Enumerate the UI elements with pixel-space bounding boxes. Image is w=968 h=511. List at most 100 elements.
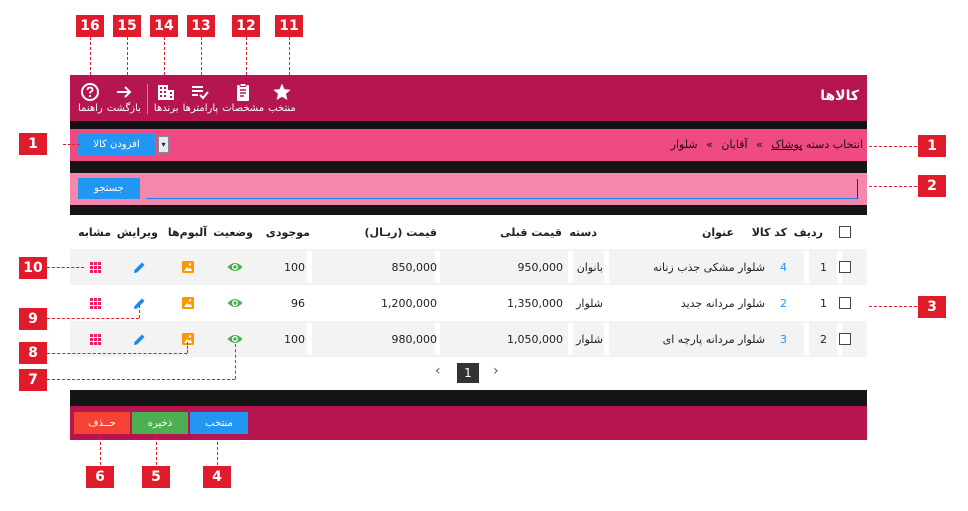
row-checkbox[interactable] xyxy=(839,321,851,357)
callout-line xyxy=(201,37,202,75)
callout-badge: 10 xyxy=(19,257,47,279)
specs-button[interactable]: مشخصات xyxy=(220,81,266,117)
table-row[interactable]: 2 3 شلوار مردانه پارچه ای شلوار 1,050,00… xyxy=(70,321,867,357)
star-icon xyxy=(272,81,292,103)
callout-line xyxy=(164,37,165,75)
album-image-icon[interactable] xyxy=(182,321,194,357)
callout-badge: 5 xyxy=(142,466,170,488)
edit-pencil-icon[interactable] xyxy=(133,249,146,285)
callout-badge: 7 xyxy=(19,369,47,391)
callout-line xyxy=(47,379,235,380)
row-index: 1 xyxy=(820,296,827,310)
breadcrumb-separator: » xyxy=(756,138,763,151)
product-category: شلوار xyxy=(576,296,603,310)
product-stock: 100 xyxy=(284,332,305,346)
similar-grid-icon[interactable] xyxy=(90,249,101,285)
callout-badge: 1 xyxy=(918,135,946,157)
save-button[interactable]: ذخیره xyxy=(132,412,188,434)
callout-badge: 1 xyxy=(19,133,47,155)
row-checkbox[interactable] xyxy=(839,285,851,321)
callout-line xyxy=(63,144,80,145)
divider-band xyxy=(70,161,867,173)
callout-line xyxy=(127,37,128,75)
featured-button[interactable]: منتخب xyxy=(190,412,248,434)
category-bar: انتخاب دسته پوشاک » آقایان » شلوار افزود… xyxy=(70,129,867,161)
specs-label: مشخصات xyxy=(222,103,265,114)
featured-button[interactable]: منتخب xyxy=(266,81,298,117)
product-title: شلوار مشکی جذب زنانه xyxy=(653,260,765,274)
back-button[interactable]: بازگشت xyxy=(105,81,143,117)
product-old-price: 1,050,000 xyxy=(507,332,563,346)
callout-badge: 11 xyxy=(275,15,303,37)
visibility-eye-icon[interactable] xyxy=(227,285,243,321)
select-all-checkbox[interactable] xyxy=(839,215,851,249)
brands-label: برندها xyxy=(153,103,179,114)
footer-bar: حــذف ذخیره منتخب xyxy=(70,406,867,440)
parameters-button[interactable]: پارامترها xyxy=(181,81,221,117)
pager-next-icon[interactable]: › xyxy=(493,363,499,379)
product-code-link[interactable]: 3 xyxy=(780,321,787,357)
callout-badge: 3 xyxy=(918,296,946,318)
callout-line xyxy=(139,305,140,318)
clipboard-icon xyxy=(233,81,253,103)
product-code-link[interactable]: 4 xyxy=(780,249,787,285)
annotated-screenshot: راهنما بازگشت برندها پارامترها مشخصات من… xyxy=(0,0,968,511)
callout-line xyxy=(217,437,218,465)
breadcrumb-prefix: انتخاب دسته xyxy=(805,138,863,151)
products-window: راهنما بازگشت برندها پارامترها مشخصات من… xyxy=(70,75,867,440)
column-header-albums: آلبوم‌ها xyxy=(167,225,207,239)
brands-button[interactable]: برندها xyxy=(152,81,181,117)
edit-pencil-icon[interactable] xyxy=(133,321,146,357)
product-price: 1,200,000 xyxy=(381,296,437,310)
callout-badge: 13 xyxy=(187,15,215,37)
callout-line xyxy=(187,342,188,353)
album-image-icon[interactable] xyxy=(182,249,194,285)
search-input[interactable] xyxy=(146,179,858,199)
row-index: 1 xyxy=(820,260,827,274)
callout-line xyxy=(246,37,247,75)
page-title: کالاها xyxy=(820,88,859,104)
toolbar: راهنما بازگشت برندها پارامترها مشخصات من… xyxy=(76,81,298,117)
toolbar-divider xyxy=(146,84,148,114)
help-icon xyxy=(80,81,100,103)
product-category: شلوار xyxy=(576,332,603,346)
callout-badge: 16 xyxy=(76,15,104,37)
pager-prev-icon[interactable]: ‹ xyxy=(435,363,441,379)
album-image-icon[interactable] xyxy=(182,285,194,321)
similar-grid-icon[interactable] xyxy=(90,321,101,357)
breadcrumb-item[interactable]: پوشاک xyxy=(771,138,802,151)
category-select[interactable]: ▾ xyxy=(158,136,169,153)
product-price: 980,000 xyxy=(391,332,438,346)
row-index: 2 xyxy=(820,332,827,346)
breadcrumb: انتخاب دسته پوشاک » آقایان » شلوار xyxy=(671,138,863,151)
help-button[interactable]: راهنما xyxy=(76,81,105,117)
back-label: بازگشت xyxy=(106,103,141,114)
column-header-category: دسته xyxy=(569,225,597,239)
similar-grid-icon[interactable] xyxy=(90,285,101,321)
table-row[interactable]: 1 4 شلوار مشکی جذب زنانه بانوان 950,000 … xyxy=(70,249,867,285)
column-header-stock: موجودی xyxy=(265,225,310,239)
row-checkbox[interactable] xyxy=(839,249,851,285)
add-product-button[interactable]: افزودن کالا xyxy=(78,134,155,155)
breadcrumb-item[interactable]: آقایان xyxy=(721,138,747,151)
callout-badge: 12 xyxy=(232,15,260,37)
callout-badge: 2 xyxy=(918,175,946,197)
delete-button[interactable]: حــذف xyxy=(74,412,130,434)
callout-line xyxy=(47,353,187,354)
table-row[interactable]: 1 2 شلوار مردانه جدید شلوار 1,350,000 1,… xyxy=(70,285,867,321)
callout-badge: 4 xyxy=(203,466,231,488)
product-old-price: 1,350,000 xyxy=(507,296,563,310)
product-code-link[interactable]: 2 xyxy=(780,285,787,321)
divider-band xyxy=(70,205,867,215)
visibility-eye-icon[interactable] xyxy=(227,249,243,285)
current-page[interactable]: 1 xyxy=(457,363,479,383)
column-header-status: وضعیت xyxy=(213,225,253,239)
callout-badge: 15 xyxy=(113,15,141,37)
column-header-similar: مشابه xyxy=(78,225,111,239)
column-header-edit: ویرایش xyxy=(116,225,158,239)
breadcrumb-item[interactable]: شلوار xyxy=(671,138,698,151)
product-stock: 100 xyxy=(284,260,305,274)
callout-line xyxy=(100,437,101,465)
column-header-price: قیمت (ریـال) xyxy=(364,225,438,239)
search-button[interactable]: جستجو xyxy=(78,178,140,199)
